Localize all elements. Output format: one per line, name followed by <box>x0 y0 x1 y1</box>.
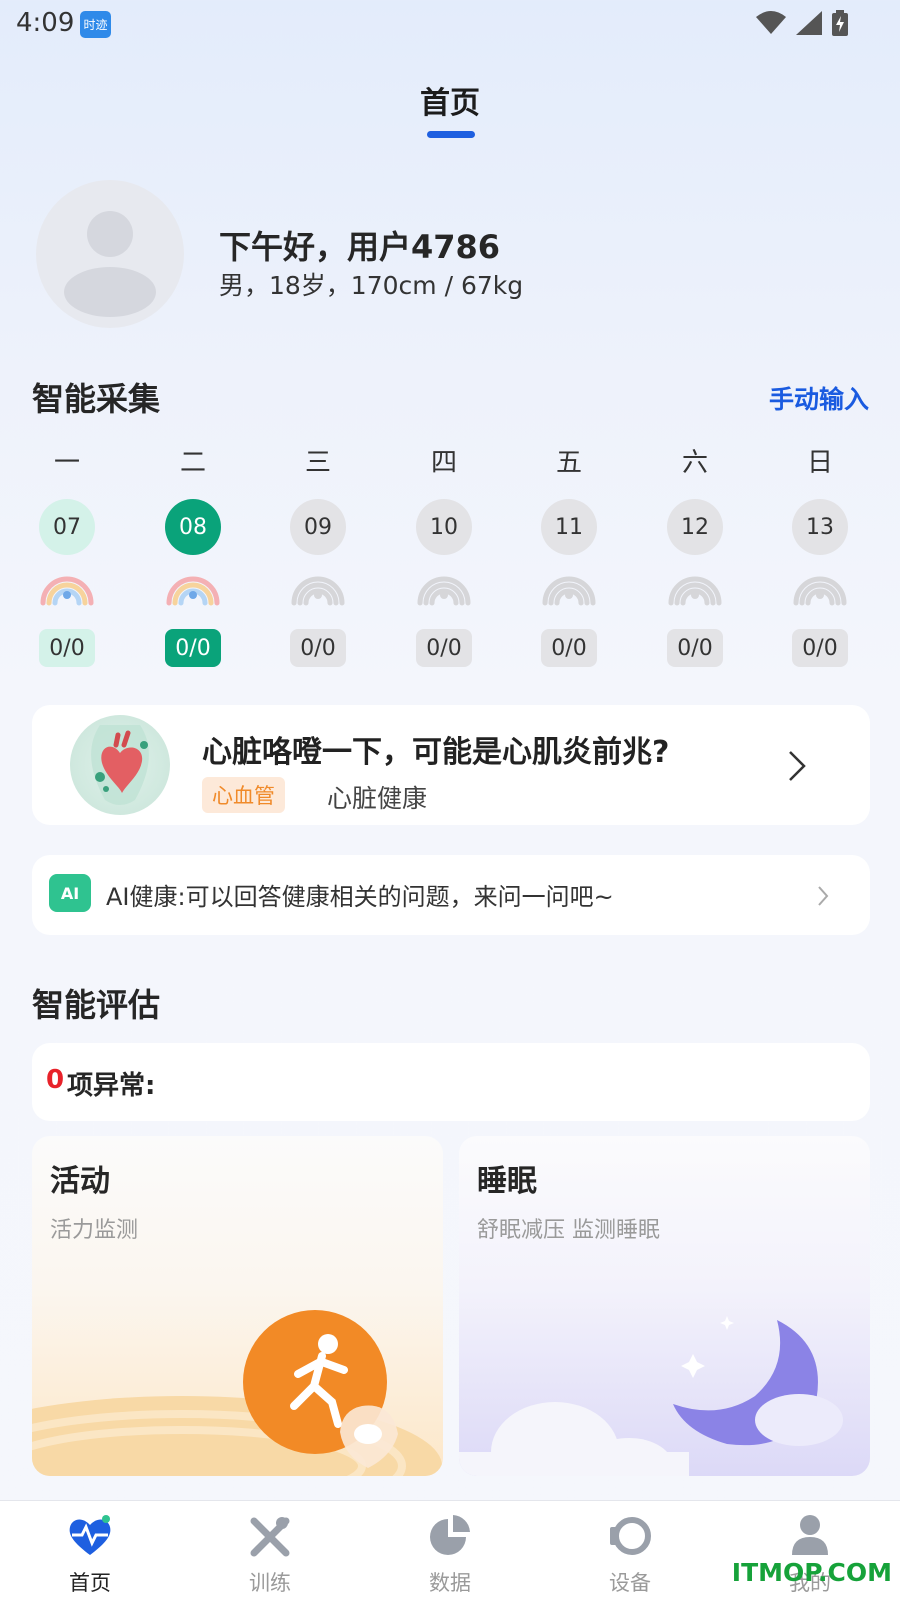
nav-item-data[interactable]: 数据 <box>360 1501 540 1600</box>
date-circle[interactable]: 13 <box>792 499 848 555</box>
nav-item-home[interactable]: 首页 <box>0 1501 180 1600</box>
activity-title: 活动 <box>50 1164 110 1199</box>
day-column[interactable]: 三 09 0/0 <box>288 442 348 667</box>
sleep-title: 睡眠 <box>477 1164 537 1199</box>
assessment-title: 智能评估 <box>32 986 161 1024</box>
tab-indicator <box>427 131 475 138</box>
nav-label-device: 设备 <box>609 1571 651 1595</box>
app-badge-icon: 时迹 <box>80 11 111 38</box>
day-column[interactable]: 五 11 0/0 <box>539 442 599 667</box>
sleep-subtitle: 舒眠减压 监测睡眠 <box>477 1218 660 1243</box>
count-badge: 0/0 <box>667 629 723 667</box>
count-badge: 0/0 <box>290 629 346 667</box>
heart-illustration-icon <box>70 715 170 815</box>
weekday-label: 一 <box>53 448 80 478</box>
weekday-label: 二 <box>179 448 206 478</box>
article-card[interactable]: 心脏咯噔一下，可能是心肌炎前兆? 心血管 心脏健康 <box>32 705 870 825</box>
training-icon <box>250 1517 290 1557</box>
manual-input-button[interactable]: 手动输入 <box>769 380 869 416</box>
user-info: 男，18岁，170cm / 67kg <box>219 271 524 300</box>
chevron-right-icon <box>789 751 806 781</box>
pie-chart-icon <box>430 1515 470 1555</box>
ai-health-text: AI健康:可以回答健康相关的问题，来问一问吧~ <box>106 883 614 911</box>
date-circle[interactable]: 07 <box>39 499 95 555</box>
date-circle[interactable]: 11 <box>541 499 597 555</box>
date-circle[interactable]: 10 <box>416 499 472 555</box>
day-column[interactable]: 日 13 0/0 <box>790 442 850 667</box>
status-time: 4:09 <box>16 8 75 38</box>
article-category: 心脏健康 <box>327 784 428 813</box>
avatar[interactable] <box>36 180 184 328</box>
article-tag: 心血管 <box>202 777 285 813</box>
abnormal-count: 0 <box>46 1065 65 1095</box>
chevron-right-icon <box>818 886 829 906</box>
collection-ring-icon <box>793 576 847 606</box>
sleep-card[interactable]: 睡眠 舒眠减压 监测睡眠 <box>459 1136 870 1476</box>
weekday-label: 三 <box>304 448 331 478</box>
collection-ring-icon <box>40 576 94 606</box>
count-badge: 0/0 <box>541 629 597 667</box>
watermark: ITMOP.COM <box>731 1558 892 1587</box>
weekday-label: 日 <box>806 448 833 478</box>
count-badge: 0/0 <box>792 629 848 667</box>
day-column[interactable]: 二 08 0/0 <box>163 442 223 667</box>
running-illustration-icon <box>32 1310 442 1476</box>
user-icon <box>792 1515 828 1555</box>
collection-ring-icon <box>542 576 596 606</box>
day-column[interactable]: 四 10 0/0 <box>414 442 474 667</box>
date-circle[interactable]: 12 <box>667 499 723 555</box>
abnormal-summary[interactable]: 0 项异常: <box>32 1043 870 1121</box>
status-icons <box>756 10 848 36</box>
nav-label-data: 数据 <box>429 1571 471 1595</box>
date-circle[interactable]: 08 <box>165 499 221 555</box>
article-title: 心脏咯噔一下，可能是心肌炎前兆? <box>202 735 670 770</box>
collection-ring-icon <box>291 576 345 606</box>
activity-subtitle: 活力监测 <box>50 1218 139 1243</box>
collection-title: 智能采集 <box>32 380 161 418</box>
moon-illustration-icon <box>459 1316 843 1476</box>
count-badge: 0/0 <box>39 629 95 667</box>
day-column[interactable]: 六 12 0/0 <box>665 442 725 667</box>
collection-ring-icon <box>668 576 722 606</box>
day-column[interactable]: 一 07 0/0 <box>37 442 97 667</box>
user-placeholder-icon <box>64 211 156 317</box>
count-badge: 0/0 <box>416 629 472 667</box>
weekday-label: 五 <box>555 448 582 478</box>
abnormal-label: 项异常: <box>67 1071 156 1101</box>
collection-ring-icon <box>166 576 220 606</box>
battery-icon <box>832 10 848 36</box>
nav-label-training: 训练 <box>249 1571 291 1595</box>
ai-assistant-icon: AI <box>49 874 91 912</box>
signal-icon <box>796 11 822 35</box>
weekday-label: 六 <box>681 448 708 478</box>
activity-card[interactable]: 活动 活力监测 <box>32 1136 443 1476</box>
nav-label-home: 首页 <box>69 1571 111 1595</box>
greeting: 下午好，用户4786 <box>219 228 501 266</box>
date-circle[interactable]: 09 <box>290 499 346 555</box>
count-badge: 0/0 <box>165 629 221 667</box>
nav-item-device[interactable]: 设备 <box>540 1501 720 1600</box>
page-title[interactable]: 首页 <box>0 78 900 122</box>
ai-health-card[interactable]: AI AI健康:可以回答健康相关的问题，来问一问吧~ <box>32 855 870 935</box>
collection-ring-icon <box>417 576 471 606</box>
wifi-icon <box>756 11 786 34</box>
nav-item-training[interactable]: 训练 <box>180 1501 360 1600</box>
device-icon <box>610 1517 651 1555</box>
weekday-label: 四 <box>430 448 457 478</box>
heartbeat-icon <box>69 1515 111 1555</box>
